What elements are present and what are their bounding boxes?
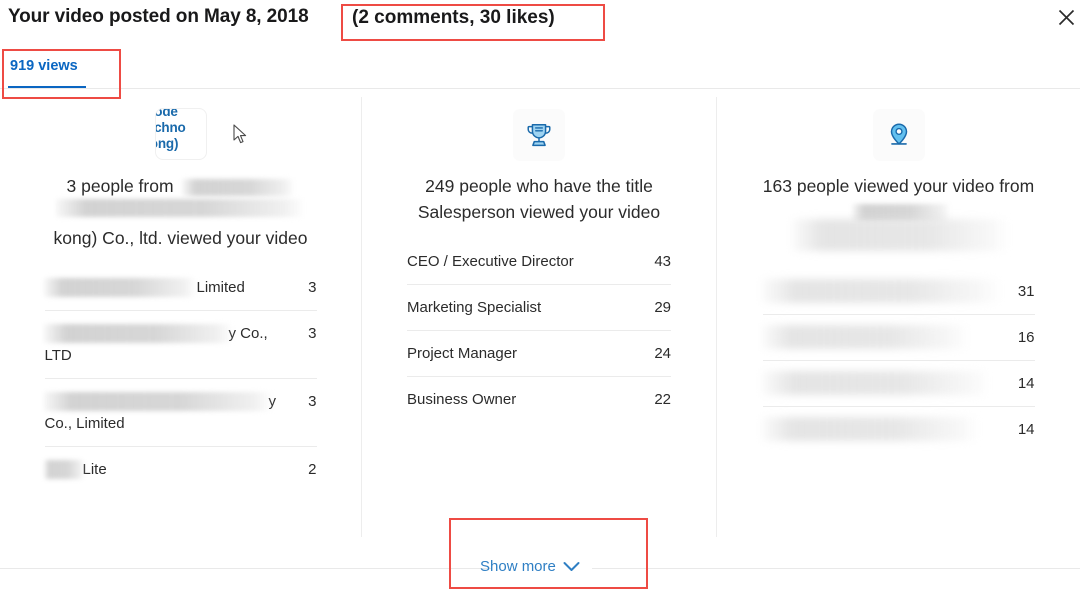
company-name: Lite: [43, 459, 299, 481]
page-title: Your video posted on May 8, 2018: [8, 6, 309, 27]
company-logo-text: mode techno kong): [155, 109, 186, 151]
company-name: Limited: [43, 277, 299, 299]
job-title-view-count: 43: [654, 253, 671, 270]
job-title-name: CEO / Executive Director: [407, 253, 574, 270]
table-row[interactable]: Lite 2: [43, 447, 317, 492]
close-icon: [1058, 9, 1074, 25]
tab-views[interactable]: 919 views: [10, 58, 78, 74]
company-logo: mode techno kong): [155, 109, 206, 159]
redacted-text: [761, 325, 968, 349]
job-title-name: Business Owner: [407, 391, 517, 408]
redacted-text: [761, 371, 988, 395]
engagement-summary: (2 comments, 30 likes): [352, 7, 555, 28]
table-row[interactable]: Business Owner 22: [407, 377, 671, 422]
job-title-view-count: 24: [654, 345, 671, 362]
chevron-down-icon: [563, 562, 580, 571]
close-button[interactable]: [1052, 3, 1080, 31]
company-view-count: 2: [308, 461, 317, 478]
trophy-icon-wrap: [362, 109, 716, 165]
titles-headline: 249 people who have the title Salesperso…: [417, 176, 661, 222]
company-view-count: 3: [308, 393, 317, 410]
column-companies: mode techno kong) 3 people from kong) Co…: [0, 97, 361, 537]
table-row[interactable]: 16: [761, 315, 1035, 361]
job-title-view-count: 29: [654, 299, 671, 316]
column-locations: 163 people viewed your video from 31 16: [716, 97, 1080, 537]
tab-strip-divider: [0, 88, 1080, 89]
company-view-count: 3: [308, 279, 317, 296]
table-row[interactable]: 14: [761, 407, 1035, 452]
redacted-text: [43, 324, 232, 343]
redacted-text: [761, 279, 1000, 303]
insight-columns: mode techno kong) 3 people from kong) Co…: [0, 97, 1080, 537]
table-row[interactable]: y Co., Limited 3: [43, 379, 317, 447]
companies-headline-before: 3 people from: [66, 176, 174, 196]
location-view-count: 14: [1017, 375, 1035, 392]
tab-strip: 919 views: [0, 50, 1080, 96]
table-row[interactable]: 14: [761, 361, 1035, 407]
redacted-company-name-part2: [55, 199, 304, 217]
location-view-count: 14: [1017, 421, 1035, 438]
footer-divider-right: [592, 568, 1080, 569]
company-view-count: 3: [308, 325, 317, 342]
companies-headline-after: kong) Co., ltd. viewed your video: [53, 228, 308, 248]
location-view-count: 31: [1017, 283, 1035, 300]
titles-list: CEO / Executive Director 43 Marketing Sp…: [407, 239, 671, 422]
show-more-button[interactable]: Show more: [480, 558, 580, 575]
redacted-text: [43, 460, 84, 479]
table-row[interactable]: CEO / Executive Director 43: [407, 239, 671, 285]
redacted-text: [43, 278, 196, 297]
table-row[interactable]: Marketing Specialist 29: [407, 285, 671, 331]
table-row[interactable]: Limited 3: [43, 265, 317, 311]
table-row[interactable]: Project Manager 24: [407, 331, 671, 377]
locations-headline: 163 people viewed your video from: [754, 173, 1044, 251]
job-title-name: Project Manager: [407, 345, 518, 362]
companies-list: Limited 3 y Co., LTD 3 y Co., Limited 3: [43, 265, 317, 492]
table-row[interactable]: 31: [761, 269, 1035, 315]
column-job-titles: 249 people who have the title Salesperso…: [361, 97, 716, 537]
show-more-label: Show more: [480, 558, 556, 575]
trophy-icon: [513, 109, 565, 161]
redacted-text: [43, 392, 272, 411]
company-logo-wrap: mode techno kong): [0, 109, 361, 165]
dialog-header: Your video posted on May 8, 2018 (2 comm…: [0, 0, 1080, 44]
table-row[interactable]: y Co., LTD 3: [43, 311, 317, 379]
job-title-name: Marketing Specialist: [407, 299, 542, 316]
companies-headline: 3 people from kong) Co., ltd. viewed you…: [41, 173, 321, 251]
location-icon-wrap: [717, 109, 1080, 165]
dialog-footer: Show more: [0, 556, 1080, 595]
location-view-count: 16: [1017, 329, 1035, 346]
footer-divider-left: [0, 568, 492, 569]
company-name: y Co., Limited: [43, 392, 276, 432]
redacted-company-name-part1: [182, 178, 295, 196]
redacted-text: [761, 417, 978, 441]
location-pin-icon: [872, 109, 925, 161]
redacted-location-part2: [791, 219, 1008, 251]
locations-list: 31 16 14 14: [761, 269, 1035, 452]
job-title-view-count: 22: [654, 391, 671, 408]
company-name: y Co., LTD: [43, 324, 268, 364]
locations-headline-before: 163 people viewed your video from: [762, 176, 1035, 196]
